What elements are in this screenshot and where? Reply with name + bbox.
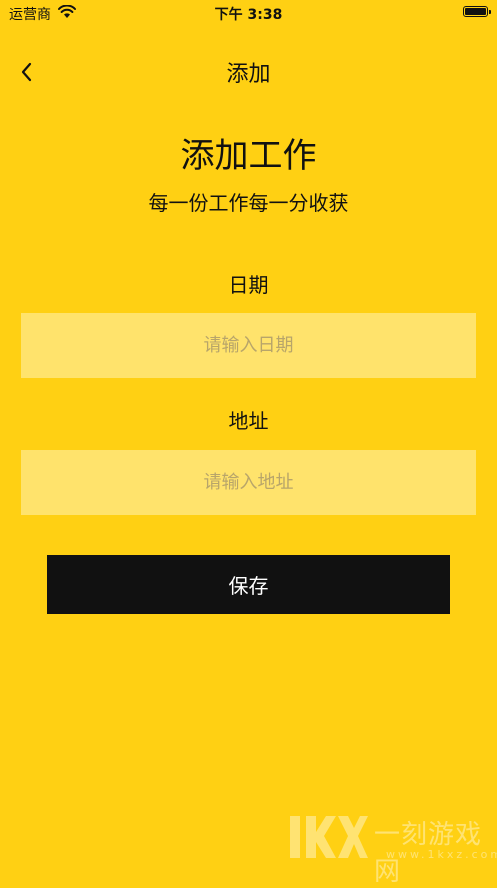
status-time: 下午 3:38 — [214, 7, 283, 23]
chevron-left-icon — [21, 62, 32, 82]
back-button[interactable] — [12, 58, 42, 86]
save-button[interactable]: 保存 — [47, 555, 450, 614]
battery-icon — [463, 6, 491, 17]
watermark-url: www.1kxz.com — [386, 848, 497, 861]
address-input[interactable] — [21, 450, 476, 515]
watermark-logo-icon — [290, 816, 368, 858]
navigation-bar: 添加 — [0, 50, 497, 94]
date-label: 日期 — [228, 273, 269, 297]
nav-title: 添加 — [226, 62, 271, 87]
watermark: 一刻游戏网 www.1kxz.com — [288, 812, 497, 887]
status-bar: 运营商 下午 3:38 — [0, 0, 497, 26]
page-subtitle: 每一份工作每一分收获 — [148, 191, 349, 215]
page-title: 添加工作 — [180, 136, 317, 176]
address-label: 地址 — [228, 409, 269, 433]
date-input[interactable] — [21, 313, 476, 378]
